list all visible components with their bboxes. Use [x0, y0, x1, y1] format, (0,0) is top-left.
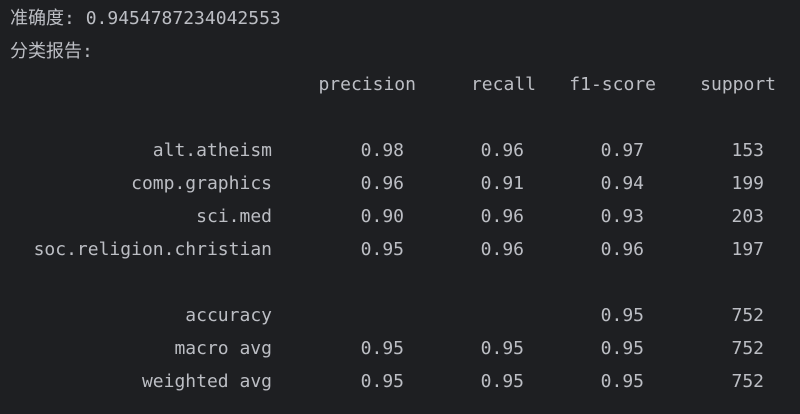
row-label: weighted avg	[141, 371, 272, 392]
row-label: sci.med	[196, 206, 272, 227]
row-f1: 0.93	[600, 206, 644, 227]
row-recall: 0.96	[480, 206, 524, 227]
table-row: soc.religion.christian 0.95 0.96 0.96 19…	[0, 233, 800, 266]
accuracy-label: 准确度:	[10, 8, 75, 29]
row-f1: 0.95	[600, 338, 644, 359]
row-precision: 0.95	[360, 371, 404, 392]
row-precision: 0.95	[360, 338, 404, 359]
row-support: 153	[731, 140, 764, 161]
row-precision: 0.90	[360, 206, 404, 227]
row-support: 203	[731, 206, 764, 227]
row-recall: 0.95	[480, 338, 524, 359]
accuracy-value: 0.9454787234042553	[85, 8, 281, 29]
row-precision: 0.95	[360, 239, 404, 260]
header-recall: recall	[470, 74, 536, 95]
table-header: precision recall f1-score support	[0, 68, 800, 101]
table-row: alt.atheism 0.98 0.96 0.97 153	[0, 134, 800, 167]
row-f1: 0.95	[600, 305, 644, 326]
table-row: comp.graphics 0.96 0.91 0.94 199	[0, 167, 800, 200]
row-recall: 0.96	[480, 140, 524, 161]
row-f1: 0.96	[600, 239, 644, 260]
row-label: soc.religion.christian	[33, 239, 272, 260]
table-row: sci.med 0.90 0.96 0.93 203	[0, 200, 800, 233]
summary-row-accuracy: accuracy 0.95 752	[0, 299, 800, 332]
row-f1: 0.94	[600, 173, 644, 194]
header-precision: precision	[318, 74, 416, 95]
row-label: accuracy	[185, 305, 272, 326]
row-recall: 0.95	[480, 371, 524, 392]
header-f1-score: f1-score	[569, 74, 656, 95]
report-title: 分类报告:	[10, 41, 93, 62]
row-support: 197	[731, 239, 764, 260]
header-support: support	[700, 74, 776, 95]
row-recall: 0.96	[480, 239, 524, 260]
row-support: 752	[731, 371, 764, 392]
row-f1: 0.97	[600, 140, 644, 161]
console-output: 准确度: 0.9454787234042553 分类报告: precision …	[0, 0, 800, 414]
row-support: 199	[731, 173, 764, 194]
row-support: 752	[731, 305, 764, 326]
row-precision: 0.98	[360, 140, 404, 161]
row-f1: 0.95	[600, 371, 644, 392]
accuracy-line: 准确度: 0.9454787234042553	[10, 2, 281, 35]
row-label: macro avg	[174, 338, 272, 359]
row-support: 752	[731, 338, 764, 359]
row-label: alt.atheism	[152, 140, 272, 161]
row-label: comp.graphics	[131, 173, 272, 194]
summary-row-weighted-avg: weighted avg 0.95 0.95 0.95 752	[0, 365, 800, 398]
row-recall: 0.91	[480, 173, 524, 194]
row-precision: 0.96	[360, 173, 404, 194]
summary-row-macro-avg: macro avg 0.95 0.95 0.95 752	[0, 332, 800, 365]
